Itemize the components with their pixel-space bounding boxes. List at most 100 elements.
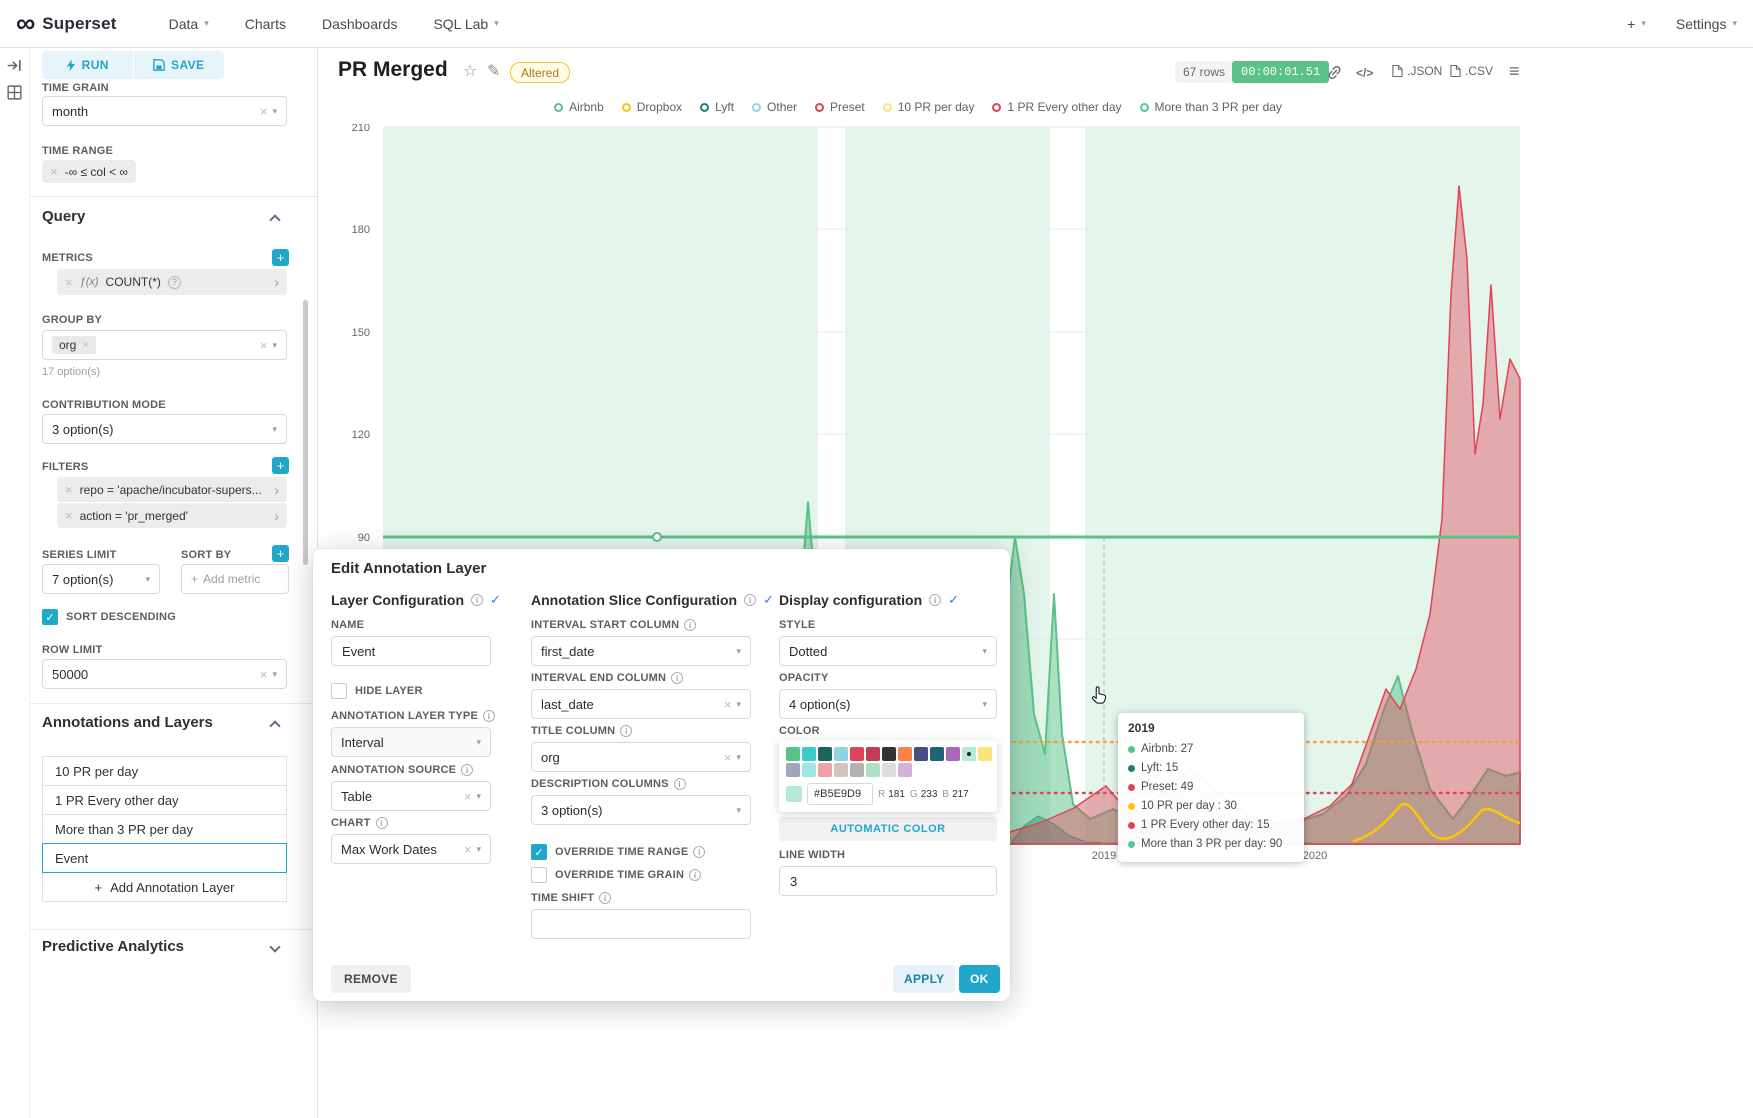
embed-code-icon[interactable]: </> [1356,66,1373,80]
sort-by-input[interactable]: + Add metric [181,564,289,594]
info-icon[interactable]: i [461,764,473,776]
series-limit-select[interactable]: 7 option(s) ▾ [42,564,160,594]
chevron-down-icon[interactable]: ▾ [272,425,277,434]
interval-start-column-select[interactable]: first_date ▾ [531,636,751,666]
clear-icon[interactable]: × [464,790,472,803]
time-shift-input[interactable] [531,909,751,939]
brand-name[interactable]: Superset [42,14,116,34]
chevron-down-icon[interactable]: ▾ [736,700,741,709]
title-column-select[interactable]: org × ▾ [531,742,751,772]
chevron-down-icon[interactable]: ▾ [736,806,741,815]
chevron-down-icon[interactable] [269,941,280,952]
chevron-down-icon[interactable]: ▾ [736,753,741,762]
dataset-grid-icon[interactable] [6,84,23,106]
query-section-header[interactable]: Query [42,208,85,225]
annotation-source-select[interactable]: Table × ▾ [331,781,491,811]
chart-menu-icon[interactable]: ≡ [1509,62,1520,80]
legend-item[interactable]: Preset [815,100,865,114]
clear-icon[interactable]: × [260,339,268,352]
favorite-star-icon[interactable]: ☆ [463,64,477,80]
export-json-button[interactable]: .JSON [1392,64,1442,78]
chevron-down-icon[interactable]: ▾ [736,647,741,656]
expand-icon[interactable]: › [274,483,279,497]
annotation-layer-item[interactable]: 10 PR per day [42,756,287,786]
metric-pill[interactable]: × ƒ(x) COUNT(*) ? › [57,269,287,295]
chevron-down-icon[interactable]: ▾ [272,670,277,679]
color-swatch[interactable] [946,747,960,761]
legend-item[interactable]: Lyft [700,100,734,114]
sort-descending-checkbox[interactable]: ✓ SORT DESCENDING [42,609,176,625]
remove-icon[interactable]: × [82,340,88,351]
chevron-down-icon[interactable]: ▾ [272,107,277,116]
legend-item[interactable]: More than 3 PR per day [1140,100,1282,114]
color-swatch[interactable] [866,747,880,761]
color-swatch[interactable] [898,763,912,777]
clear-icon[interactable]: × [724,698,732,711]
chevron-down-icon[interactable]: ▾ [476,845,481,854]
settings-menu[interactable]: Settings ▾ [1676,16,1737,32]
add-sort-metric-button[interactable]: + [272,545,289,562]
add-metric-button[interactable]: + [272,249,289,266]
expand-icon[interactable]: › [274,275,279,289]
annotations-section-header[interactable]: Annotations and Layers [42,714,213,731]
export-csv-button[interactable]: .CSV [1450,64,1493,78]
chevron-down-icon[interactable]: ▾ [272,341,277,350]
new-item-button[interactable]: + ▾ [1627,16,1646,32]
legend-item[interactable]: 10 PR per day [883,100,975,114]
chevron-down-icon[interactable]: ▾ [476,738,481,747]
info-icon[interactable]: i [674,778,686,790]
clear-icon[interactable]: × [260,668,268,681]
expand-icon[interactable]: › [274,509,279,523]
color-swatch[interactable] [818,747,832,761]
color-swatch[interactable] [850,763,864,777]
chevron-up-icon[interactable] [269,720,280,731]
color-swatch[interactable] [818,763,832,777]
remove-icon[interactable]: × [50,165,58,178]
interval-end-column-select[interactable]: last_date × ▾ [531,689,751,719]
remove-button[interactable]: REMOVE [331,965,411,993]
help-icon[interactable]: ? [168,276,181,289]
row-limit-select[interactable]: 50000 × ▾ [42,659,287,689]
info-icon[interactable]: i [376,817,388,829]
legend-item[interactable]: Other [752,100,797,114]
info-icon[interactable]: i [689,869,701,881]
description-columns-select[interactable]: 3 option(s) ▾ [531,795,751,825]
color-swatch[interactable] [834,747,848,761]
hex-input[interactable]: #B5E9D9 [807,783,873,805]
automatic-color-button[interactable]: AUTOMATIC COLOR [779,817,997,841]
legend-item[interactable]: Dropbox [622,100,682,114]
color-swatch[interactable] [882,747,896,761]
run-button[interactable]: RUN [42,51,133,79]
info-icon[interactable]: i [620,725,632,737]
line-width-input[interactable]: 3 [779,866,997,896]
add-annotation-layer-button[interactable]: + Add Annotation Layer [42,872,287,902]
info-icon[interactable]: i [684,619,696,631]
checkbox-checked-icon[interactable]: ✓ [531,844,547,860]
share-link-icon[interactable] [1326,64,1343,86]
apply-button[interactable]: APPLY [893,965,955,993]
filter-pill[interactable]: × action = 'pr_merged' › [57,503,287,528]
checkbox-unchecked-icon[interactable] [331,683,347,699]
chevron-up-icon[interactable] [269,214,280,225]
time-grain-select[interactable]: month × ▾ [42,96,287,126]
override-time-range-checkbox[interactable]: ✓ OVERRIDE TIME RANGE i [531,844,705,860]
color-swatch[interactable] [930,747,944,761]
chevron-down-icon[interactable]: ▾ [476,792,481,801]
remove-icon[interactable]: × [65,509,73,522]
color-swatch[interactable] [978,747,992,761]
legend-item[interactable]: Airbnb [554,100,604,114]
checkbox-unchecked-icon[interactable] [531,867,547,883]
ok-button[interactable]: OK [959,965,1000,993]
color-swatch-selected[interactable] [962,747,976,761]
panel-scrollbar[interactable] [303,300,308,565]
color-swatch[interactable] [786,763,800,777]
chevron-down-icon[interactable]: ▾ [145,575,150,584]
predictive-analytics-section-header[interactable]: Predictive Analytics [42,938,184,955]
add-filter-button[interactable]: + [272,457,289,474]
color-swatch[interactable] [914,747,928,761]
chart-select[interactable]: Max Work Dates × ▾ [331,834,491,864]
annotation-layer-type-select[interactable]: Interval ▾ [331,727,491,757]
annotation-layer-item[interactable]: 1 PR Every other day [42,785,287,815]
clear-icon[interactable]: × [260,105,268,118]
nav-item-dashboards[interactable]: Dashboards [322,16,398,32]
